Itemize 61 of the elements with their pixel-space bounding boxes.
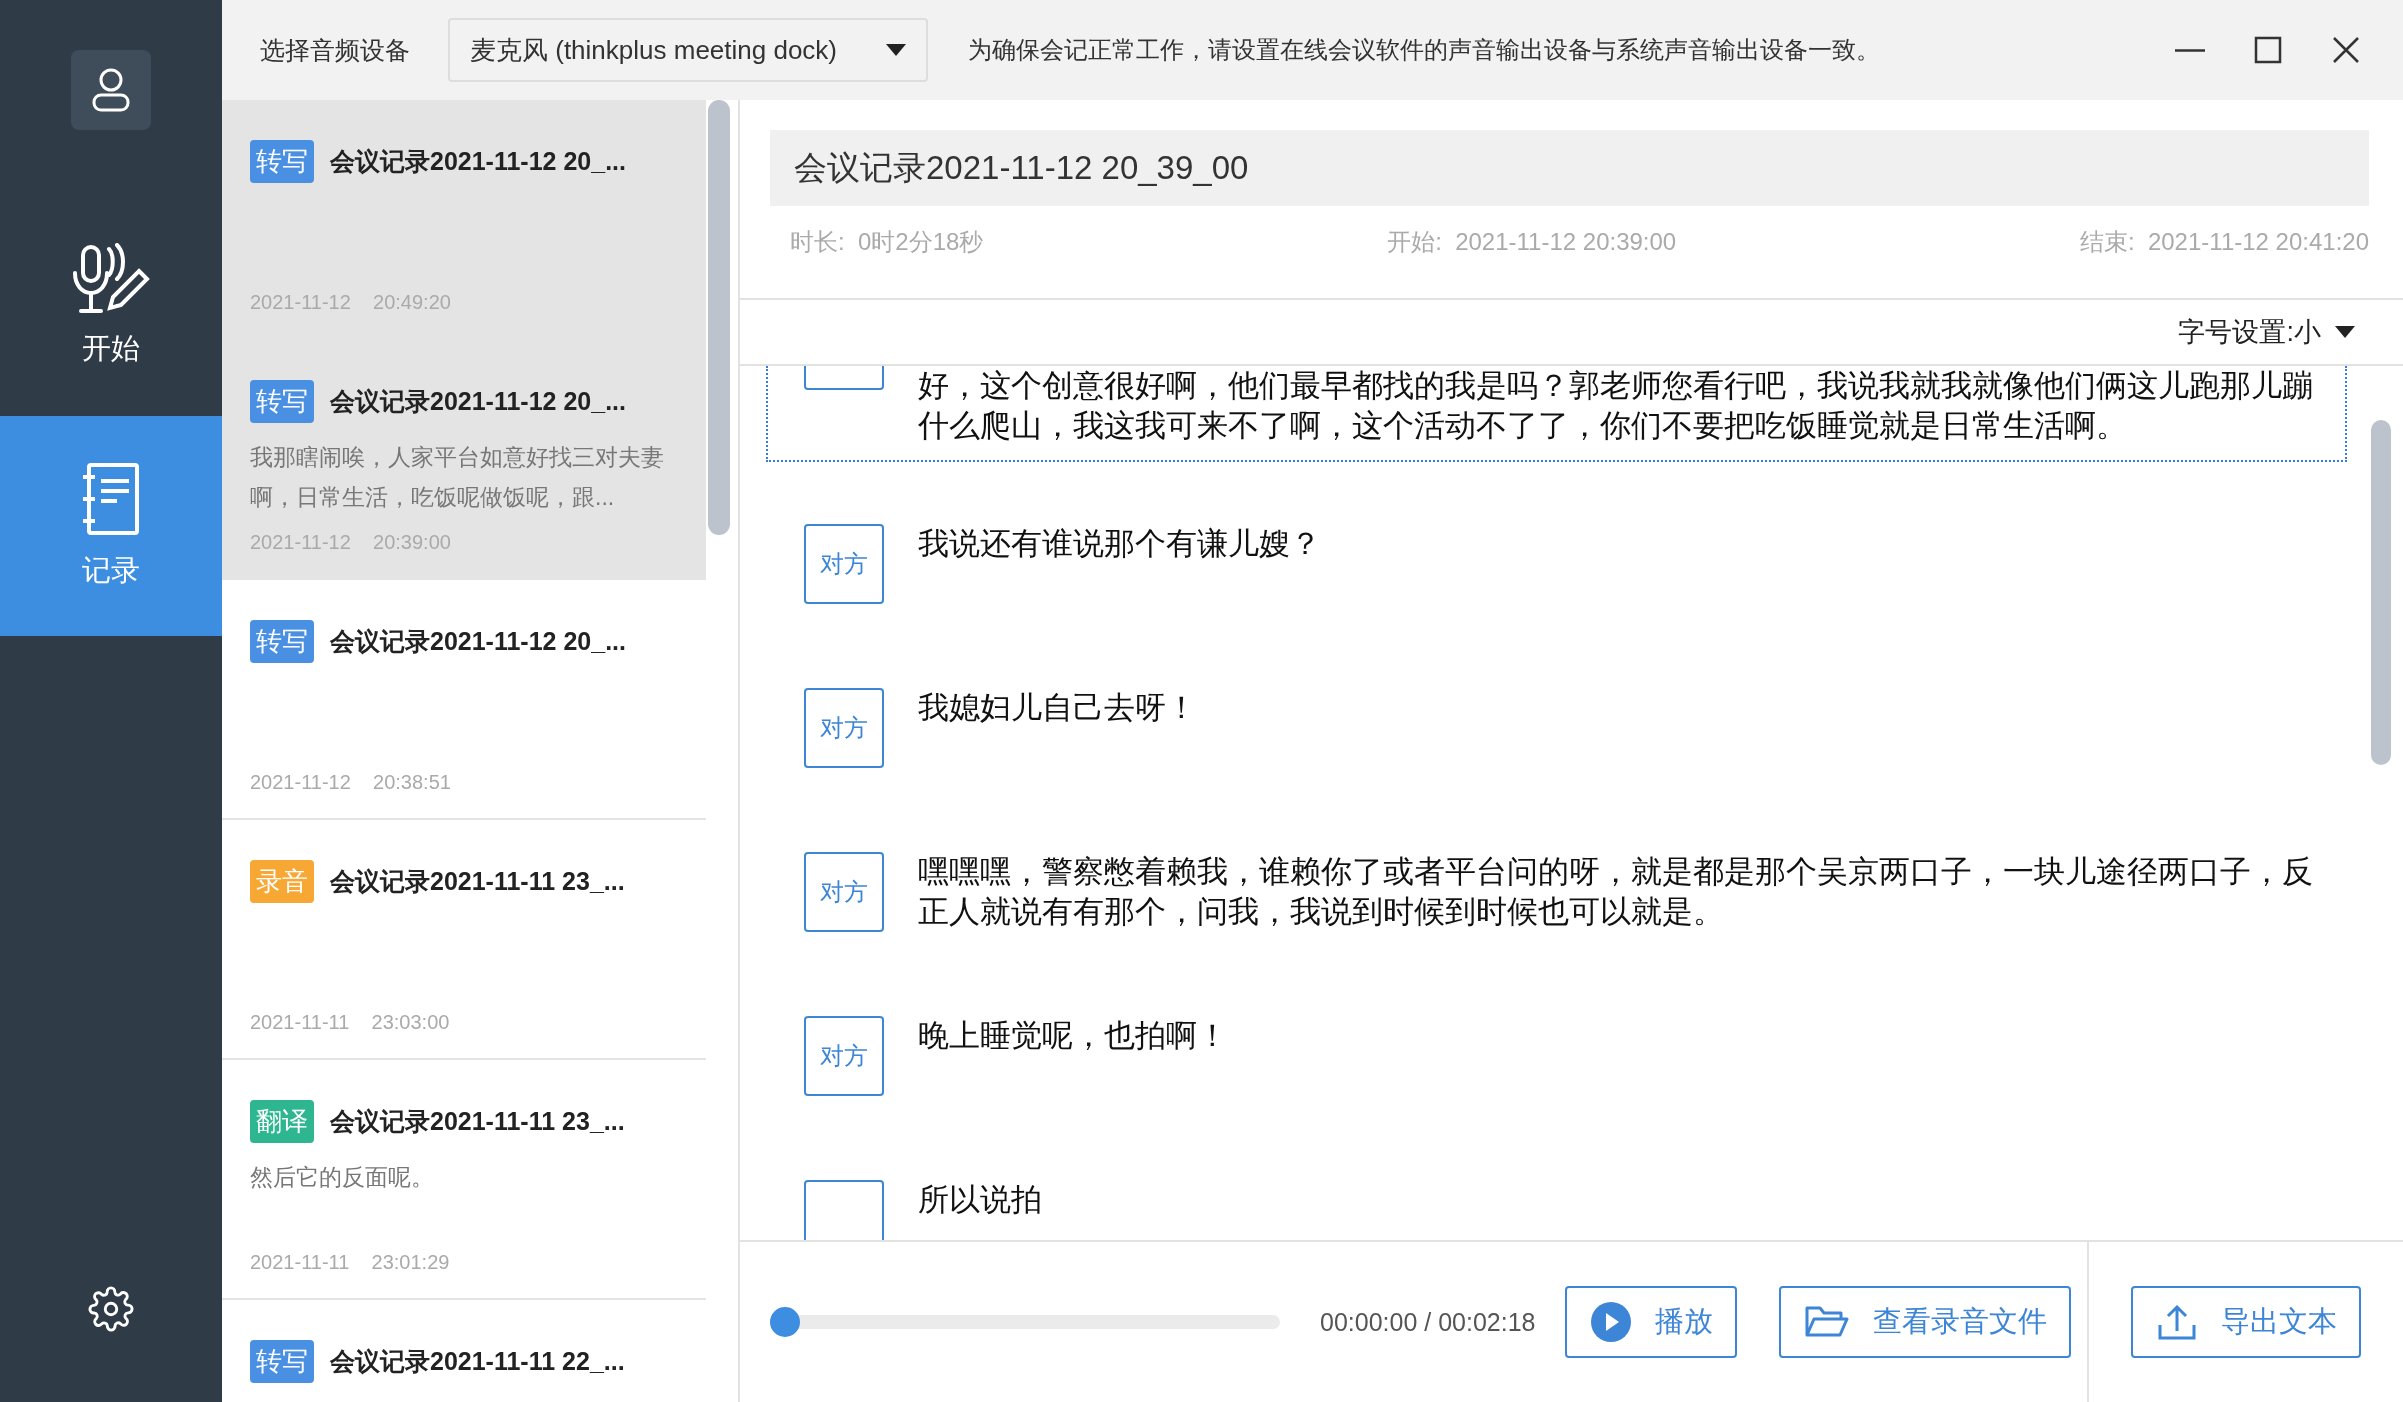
settings-button[interactable]	[88, 1286, 134, 1332]
scrollbar-thumb[interactable]	[708, 100, 730, 535]
upload-icon	[2157, 1303, 2197, 1341]
record-timestamp: 2021-11-12 20:38:51	[250, 771, 452, 794]
playback-time: 00:00:00 / 00:02:18	[1320, 1307, 1536, 1337]
speaker-tag: 对方	[804, 1016, 884, 1096]
caret-icon	[2335, 326, 2355, 338]
meta-text: 结束: 2021-11-12 20:41:20	[2079, 227, 2369, 257]
transcript-text: 所以说拍	[918, 1181, 1042, 1219]
type-tag: 转写	[250, 620, 314, 663]
meta-text: 开始: 2021-11-12 20:39:00	[1387, 227, 1677, 257]
record-snippet: 然后它的反面呢。	[250, 1163, 435, 1192]
settings-icon	[88, 1286, 134, 1332]
record-title: 会议记录2021-11-11 23_...	[330, 866, 625, 897]
record-title: 会议记录2021-11-11 23_...	[330, 1106, 625, 1137]
speaker-tag: 对方	[804, 524, 884, 604]
record-snippet: 我那瞎闹唉，人家平台如意好找三对夫妻啊，日常生活，吃饭呢做饭呢，跟...	[250, 443, 665, 512]
transcript-text: 晚上睡觉呢，也拍啊！	[918, 1017, 1228, 1055]
record-timestamp: 2021-11-11 23:03:00	[250, 1011, 451, 1034]
user-icon	[91, 67, 131, 113]
device-select[interactable]: 麦克风 (thinkplus meeting dock)	[448, 18, 928, 82]
open-folder-button[interactable]: 查看录音文件	[1779, 1286, 2072, 1358]
transcript-text: 嘿嘿嘿，警察憋着赖我，谁赖你了或者平台问的呀，就是都是那个吴京两口子，一块儿途径两口子，反正人就说有有那个，问我，我说到时候到时候也可以就是。	[918, 853, 2314, 931]
meta-text: 时长: 0时2分18秒	[790, 227, 984, 257]
progress-slider[interactable]	[770, 1307, 1280, 1337]
play-icon	[1591, 1302, 1632, 1342]
record-item[interactable]: 转写 会议记录2021-11-12 20_... 我那瞎闹唉，人家平台如意好找三对夫妻啊，日常生活，吃饭呢做饭呢，跟... 2021-11-12 20:39:00	[222, 340, 706, 580]
type-tag: 转写	[250, 380, 314, 423]
font-size-dropdown[interactable]: 字号设置:小	[2178, 314, 2355, 350]
record-timestamp: 2021-11-11 23:01:29	[250, 1251, 451, 1274]
transcript-text: 我说还有谁说那个有谦儿嫂？	[918, 525, 1321, 563]
scrollbar-thumb[interactable]	[2371, 420, 2391, 765]
caret-icon	[886, 44, 906, 56]
type-tag: 转写	[250, 140, 314, 183]
record-title: 会议记录2021-11-12 20_...	[330, 626, 626, 657]
nav-item[interactable]: 开始	[0, 196, 222, 416]
transcript-text: 我媳妇儿自己去呀！	[918, 689, 1197, 727]
speaker-tag: 对方	[804, 852, 884, 932]
record-item[interactable]: 转写 会议记录2021-11-12 20_... 2021-11-12 20:49:20	[222, 100, 706, 340]
play-button[interactable]: 播放	[1565, 1286, 1738, 1358]
type-tag: 翻译	[250, 1100, 314, 1143]
transcript-segment[interactable]: 好，这个创意很好啊，他们最早都找的我是吗？郭老师您看行吧，我说我就我就像他们俩这儿跑那儿蹦什么爬山，我这我可来不了啊，这个活动不了了，你们不要把吃饭睡觉就是日常生活啊。	[766, 366, 2347, 462]
type-tag: 转写	[250, 1340, 314, 1383]
record-title: 会议记录2021-11-12 20_39_00	[770, 130, 2369, 206]
transcript-text: 好，这个创意很好啊，他们最早都找的我是吗？郭老师您看行吧，我说我就我就像他们俩这儿跑那儿蹦什么爬山，我这我可来不了啊，这个活动不了了，你们不要把吃饭睡觉就是日常生活啊。	[918, 367, 2314, 445]
record-title: 会议记录2021-11-11 22_...	[330, 1346, 625, 1377]
microphone-pencil-icon	[71, 243, 151, 315]
speaker-tag: 对方	[804, 688, 884, 768]
avatar-button[interactable]	[71, 50, 151, 130]
record-title: 会议记录2021-11-12 20_...	[330, 386, 626, 417]
record-timestamp: 2021-11-12 20:49:20	[250, 291, 452, 314]
notice-text: 为确保会记正常工作，请设置在线会议软件的声音输出设备与系统声音输出设备一致。	[968, 35, 1880, 65]
minimize-icon	[2173, 48, 2207, 52]
type-tag: 录音	[250, 860, 314, 903]
device-label: 选择音频设备	[260, 34, 410, 66]
slider-thumb[interactable]	[770, 1307, 800, 1337]
minimize-button[interactable]	[2173, 48, 2207, 52]
export-button[interactable]: 导出文本	[2131, 1286, 2361, 1358]
record-title: 会议记录2021-11-12 20_...	[330, 146, 626, 177]
record-timestamp: 2021-11-12 20:39:00	[250, 531, 452, 554]
folder-icon	[1805, 1305, 1850, 1339]
